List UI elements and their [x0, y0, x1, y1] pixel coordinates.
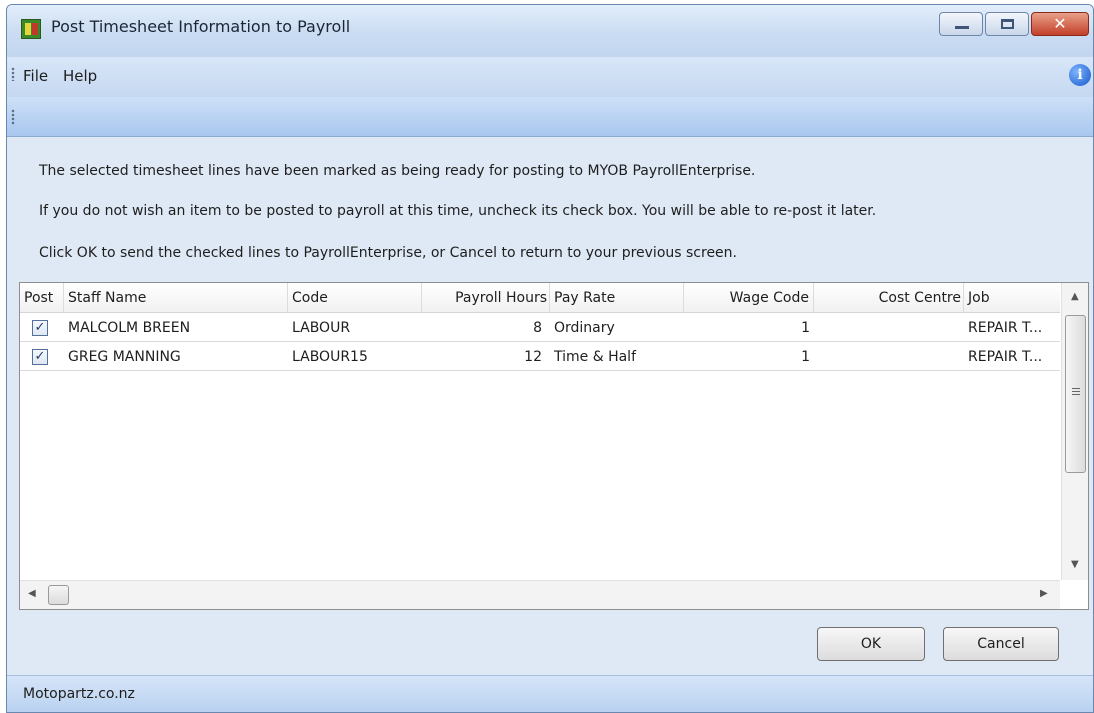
- cell-wage-code: 1: [801, 320, 810, 336]
- cell-job: REPAIR T...: [968, 349, 1043, 365]
- vertical-scrollbar[interactable]: ▲ ▼: [1061, 283, 1088, 580]
- vertical-scroll-thumb[interactable]: [1065, 315, 1086, 473]
- cell-code: LABOUR: [292, 320, 351, 336]
- col-header-code[interactable]: Code: [288, 283, 422, 313]
- info-icon[interactable]: i: [1069, 64, 1091, 86]
- cell-payroll-hours: 12: [524, 349, 542, 365]
- title-bar: Post Timesheet Information to Payroll ✕: [7, 5, 1093, 57]
- horizontal-scrollbar[interactable]: ◀ ▶: [20, 580, 1060, 609]
- menu-grip-icon[interactable]: [11, 67, 15, 81]
- app-icon: [21, 19, 41, 39]
- cancel-button[interactable]: Cancel: [943, 627, 1059, 661]
- post-timesheet-window: Post Timesheet Information to Payroll ✕ …: [6, 4, 1094, 713]
- thumb-grip-icon: [1072, 388, 1080, 395]
- timesheet-grid[interactable]: Post Staff Name Code Payroll Hours Pay R…: [19, 282, 1089, 610]
- col-header-job[interactable]: Job: [964, 283, 1060, 313]
- message-line-1: The selected timesheet lines have been m…: [39, 163, 756, 179]
- menu-help[interactable]: Help: [63, 67, 97, 85]
- close-icon: ✕: [1053, 14, 1067, 33]
- cell-job: REPAIR T...: [968, 320, 1043, 336]
- cell-pay-rate: Time & Half: [554, 349, 637, 365]
- message-line-3: Click OK to send the checked lines to Pa…: [39, 245, 737, 261]
- post-checkbox[interactable]: ✓: [32, 320, 48, 336]
- cell-payroll-hours: 8: [533, 320, 542, 336]
- col-header-cost-centre[interactable]: Cost Centre: [814, 283, 964, 313]
- scroll-left-icon[interactable]: ◀: [28, 588, 36, 599]
- col-header-pay-rate[interactable]: Pay Rate: [550, 283, 684, 313]
- col-header-staff-name[interactable]: Staff Name: [64, 283, 288, 313]
- scroll-right-icon[interactable]: ▶: [1040, 588, 1048, 599]
- menu-bar: File Help i: [7, 57, 1093, 97]
- status-text: Motopartz.co.nz: [23, 686, 135, 702]
- minimize-button[interactable]: [939, 12, 983, 36]
- col-header-wage-code[interactable]: Wage Code: [684, 283, 814, 313]
- grid-header: Post Staff Name Code Payroll Hours Pay R…: [20, 283, 1060, 313]
- menu-file[interactable]: File: [23, 67, 48, 85]
- post-checkbox[interactable]: ✓: [32, 349, 48, 365]
- horizontal-scroll-thumb[interactable]: [48, 585, 69, 605]
- maximize-icon: [1001, 19, 1014, 29]
- cell-wage-code: 1: [801, 349, 810, 365]
- cell-staff-name: MALCOLM BREEN: [68, 320, 191, 336]
- maximize-button[interactable]: [985, 12, 1029, 36]
- window-title: Post Timesheet Information to Payroll: [51, 17, 351, 36]
- scroll-up-icon[interactable]: ▲: [1071, 291, 1079, 302]
- cell-code: LABOUR15: [292, 349, 368, 365]
- col-header-payroll-hours[interactable]: Payroll Hours: [422, 283, 550, 313]
- ok-button[interactable]: OK: [817, 627, 925, 661]
- toolbar-grip-icon[interactable]: [11, 109, 15, 125]
- cell-cost-centre: [814, 343, 964, 371]
- message-line-2: If you do not wish an item to be posted …: [39, 203, 877, 219]
- cell-pay-rate: Ordinary: [554, 320, 615, 336]
- minimize-icon: [955, 26, 969, 29]
- scroll-down-icon[interactable]: ▼: [1071, 559, 1079, 570]
- close-button[interactable]: ✕: [1031, 12, 1089, 36]
- cell-cost-centre: [814, 314, 964, 342]
- col-header-post[interactable]: Post: [20, 283, 64, 313]
- table-row[interactable]: ✓ MALCOLM BREEN LABOUR 8 Ordinary 1 REPA…: [20, 314, 1060, 342]
- table-row[interactable]: ✓ GREG MANNING LABOUR15 12 Time & Half 1…: [20, 343, 1060, 371]
- status-bar: Motopartz.co.nz: [7, 675, 1093, 712]
- toolbar: [7, 97, 1093, 137]
- cell-staff-name: GREG MANNING: [68, 349, 181, 365]
